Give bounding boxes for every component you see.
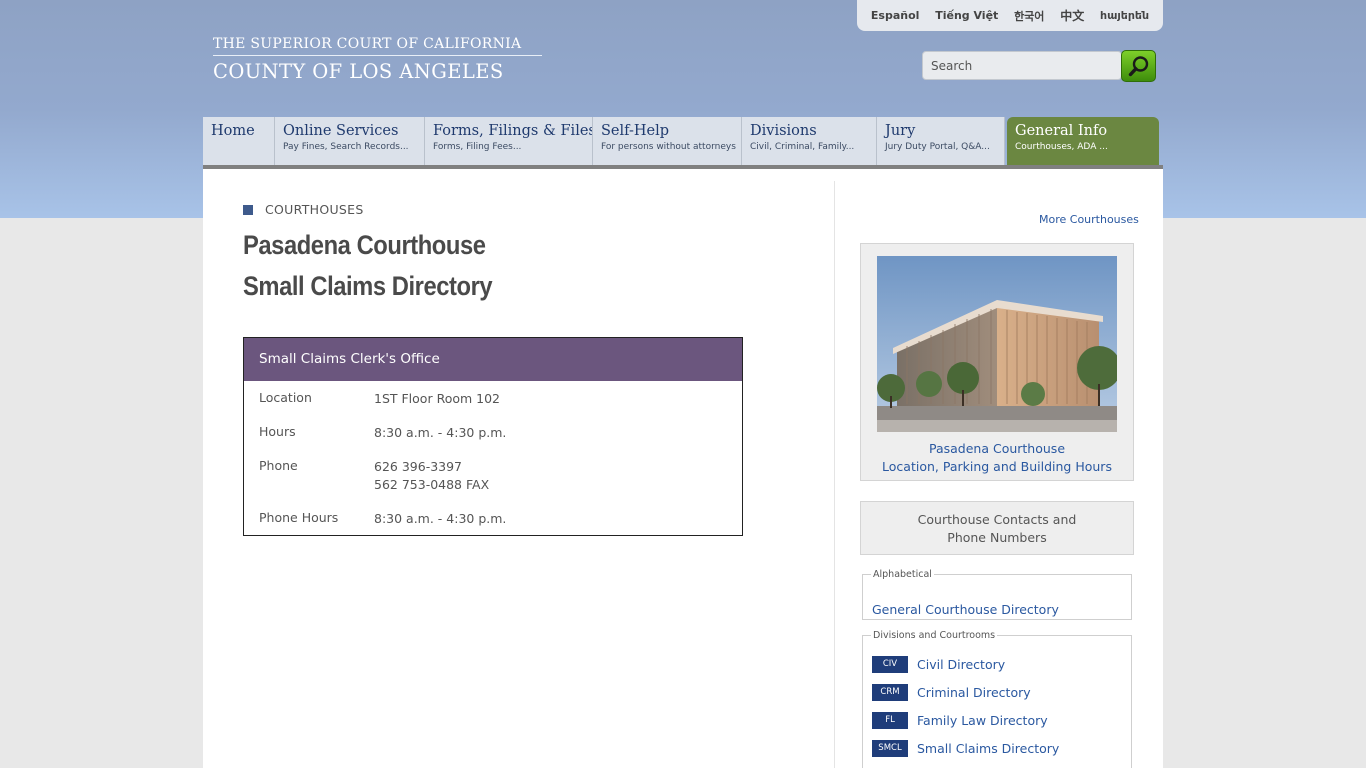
nav-item-home[interactable]: Home	[203, 117, 275, 165]
nav-item-title: Divisions	[750, 123, 817, 139]
courthouse-photo-card[interactable]: Pasadena Courthouse Location, Parking an…	[860, 243, 1134, 481]
info-label: Location	[259, 390, 312, 405]
info-label: Phone Hours	[259, 510, 339, 525]
alphabetical-legend: Alphabetical	[873, 569, 932, 580]
search-icon	[1128, 56, 1148, 77]
directory-item-family-law[interactable]: FL Family Law Directory	[872, 712, 1048, 729]
logo-line-2: COUNTY OF LOS ANGELES	[213, 60, 504, 83]
directory-link[interactable]: Family Law Directory	[917, 713, 1048, 728]
nav-item-subtitle: Civil, Criminal, Family...	[750, 142, 855, 152]
alphabetical-fieldset: Alphabetical General Courthouse Director…	[862, 569, 1132, 620]
directory-link[interactable]: Small Claims Directory	[917, 741, 1059, 756]
nav-item-title: Self-Help	[601, 123, 670, 139]
page-title: Pasadena Courthouse Small Claims Directo…	[243, 225, 493, 307]
page-title-line-1: Pasadena Courthouse	[243, 230, 486, 260]
language-link-vietnamese[interactable]: Tiếng Việt	[935, 9, 998, 22]
photo-caption-line-1: Pasadena Courthouse	[928, 441, 1066, 456]
nav-item-general-info[interactable]: General Info Courthouses, ADA ...	[1007, 117, 1159, 165]
breadcrumb-label[interactable]: COURTHOUSES	[265, 202, 364, 217]
division-badge: CRM	[872, 684, 908, 701]
directory-link[interactable]: Criminal Directory	[917, 685, 1031, 700]
division-badge: SMCL	[872, 740, 908, 757]
content-area: COURTHOUSES Pasadena Courthouse Small Cl…	[203, 169, 1163, 768]
office-info-box: Small Claims Clerk's Office Location 1ST…	[243, 337, 743, 536]
directory-item-civil[interactable]: CIV Civil Directory	[872, 656, 1005, 673]
nav-item-subtitle: For persons without attorneys	[601, 142, 736, 152]
office-heading: Small Claims Clerk's Office	[244, 338, 742, 381]
language-bar: Español Tiếng Việt 한국어 中文 հայերեն	[857, 0, 1163, 31]
search-box	[922, 51, 1122, 80]
general-directory-link[interactable]: General Courthouse Directory	[872, 602, 1059, 617]
court-logo[interactable]: THE SUPERIOR COURT OF CALIFORNIA COUNTY …	[213, 36, 542, 83]
nav-item-title: Home	[211, 123, 255, 139]
nav-item-title: General Info	[1015, 123, 1108, 139]
column-divider	[834, 181, 835, 768]
language-link-spanish[interactable]: Español	[871, 9, 920, 22]
info-value: 8:30 a.m. - 4:30 p.m.	[374, 425, 507, 440]
nav-item-self-help[interactable]: Self-Help For persons without attorneys	[593, 117, 742, 165]
info-label: Hours	[259, 424, 296, 439]
nav-item-title: Forms, Filings & Files	[433, 123, 593, 139]
breadcrumb: COURTHOUSES	[243, 202, 364, 217]
info-label: Phone	[259, 458, 298, 473]
search-button[interactable]	[1121, 50, 1156, 82]
page-title-line-2: Small Claims Directory	[243, 271, 493, 301]
nav-item-subtitle: Pay Fines, Search Records...	[283, 142, 409, 152]
courthouse-building-image	[877, 256, 1117, 432]
language-link-korean[interactable]: 한국어	[1014, 8, 1044, 24]
language-link-armenian[interactable]: հայերեն	[1100, 9, 1149, 22]
directory-item-criminal[interactable]: CRM Criminal Directory	[872, 684, 1031, 701]
nav-item-subtitle: Courthouses, ADA ...	[1015, 142, 1108, 152]
division-badge: CIV	[872, 656, 908, 673]
photo-caption-line-2: Location, Parking and Building Hours	[882, 459, 1112, 474]
info-value: 1ST Floor Room 102	[374, 391, 500, 406]
more-courthouses-link[interactable]: More Courthouses	[1039, 213, 1139, 226]
nav-item-forms-filings[interactable]: Forms, Filings & Files Forms, Filing Fee…	[425, 117, 593, 165]
courthouse-contacts-button[interactable]: Courthouse Contacts and Phone Numbers	[860, 501, 1134, 555]
divisions-fieldset: Divisions and Courtrooms CIV Civil Direc…	[862, 630, 1132, 768]
page-wrapper: THE SUPERIOR COURT OF CALIFORNIA COUNTY …	[203, 0, 1163, 768]
photo-caption[interactable]: Pasadena Courthouse Location, Parking an…	[861, 440, 1133, 476]
courthouse-photo[interactable]	[877, 256, 1117, 432]
contacts-line-1: Courthouse Contacts and	[917, 512, 1077, 527]
directory-item-small-claims[interactable]: SMCL Small Claims Directory	[872, 740, 1059, 757]
nav-item-title: Jury	[885, 123, 916, 139]
nav-item-subtitle: Forms, Filing Fees...	[433, 142, 522, 152]
logo-line-1: THE SUPERIOR COURT OF CALIFORNIA	[213, 36, 522, 52]
directory-link[interactable]: Civil Directory	[917, 657, 1005, 672]
nav-item-divisions[interactable]: Divisions Civil, Criminal, Family...	[742, 117, 877, 165]
info-value-fax: 562 753-0488 FAX	[374, 477, 490, 492]
language-link-chinese[interactable]: 中文	[1060, 7, 1084, 24]
breadcrumb-square-icon	[243, 204, 253, 215]
nav-item-subtitle: Jury Duty Portal, Q&A...	[885, 142, 990, 152]
info-value: 626 396-3397	[374, 459, 463, 474]
search-input[interactable]	[931, 58, 1111, 73]
main-navigation: Home Online Services Pay Fines, Search R…	[203, 117, 1163, 169]
nav-item-jury[interactable]: Jury Jury Duty Portal, Q&A...	[877, 117, 1005, 165]
info-value: 8:30 a.m. - 4:30 p.m.	[374, 511, 507, 526]
contacts-line-2: Phone Numbers	[947, 530, 1047, 545]
logo-rule	[213, 55, 542, 56]
divisions-legend: Divisions and Courtrooms	[873, 630, 996, 641]
division-badge: FL	[872, 712, 908, 729]
nav-item-online-services[interactable]: Online Services Pay Fines, Search Record…	[275, 117, 425, 165]
nav-item-title: Online Services	[283, 123, 399, 139]
